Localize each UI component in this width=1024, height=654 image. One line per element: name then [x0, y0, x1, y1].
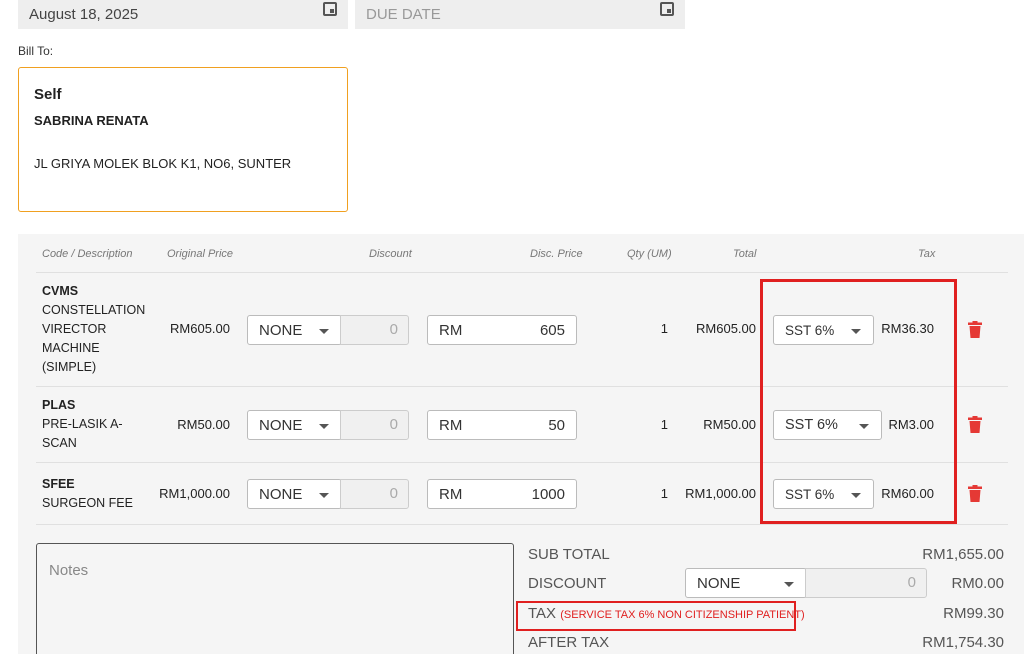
bill-to-card[interactable]: Self SABRINA RENATA JL GRIYA MOLEK BLOK …	[18, 67, 348, 212]
header-original-price: Original Price	[167, 248, 234, 260]
item-qty: 1	[660, 321, 668, 336]
item-original-price: RM1,000.00	[159, 486, 230, 501]
discount-type-select[interactable]: NONE	[247, 479, 342, 509]
tax-value: RM99.30	[943, 605, 1004, 622]
item-total: RM1,000.00	[685, 486, 756, 501]
item-code: CVMS	[42, 284, 79, 298]
caret-down-icon	[319, 329, 329, 334]
header-discount: Discount	[369, 248, 412, 260]
trash-icon[interactable]	[968, 485, 982, 502]
disc-price-input[interactable]: RM 605	[427, 315, 577, 345]
invoice-date-field[interactable]: August 18, 2025	[18, 0, 348, 29]
tax-column-highlight	[760, 279, 957, 524]
discount-type-select[interactable]: NONE	[247, 410, 342, 440]
item-description: PRE-LASIK A-SCAN	[42, 417, 123, 450]
trash-icon[interactable]	[968, 416, 982, 433]
item-description: CONSTELLATION VIRECTOR MACHINE (SIMPLE)	[42, 303, 146, 374]
after-tax-value: RM1,754.30	[922, 634, 1004, 651]
tax-label-row: TAX (SERVICE TAX 6% NON CITIZENSHIP PATI…	[528, 605, 805, 622]
due-date-placeholder: DUE DATE	[366, 6, 441, 23]
item-total: RM50.00	[703, 417, 756, 432]
bill-to-address: JL GRIYA MOLEK BLOK K1, NO6, SUNTER	[34, 156, 292, 171]
caret-down-icon	[319, 424, 329, 429]
discount-value-input[interactable]: 0	[340, 410, 409, 440]
bill-to-name: SABRINA RENATA	[34, 113, 149, 128]
after-tax-label: AFTER TAX	[528, 634, 610, 651]
summary-discount-type-select[interactable]: NONE	[685, 568, 807, 598]
item-code: SFEE	[42, 477, 75, 491]
summary-discount-input[interactable]: 0	[805, 568, 927, 598]
trash-icon[interactable]	[968, 321, 982, 338]
notes-placeholder: Notes	[49, 562, 89, 579]
discount-type-value: NONE	[259, 321, 303, 339]
row-divider	[36, 524, 1008, 525]
item-description: SURGEON FEE	[42, 496, 133, 510]
row-divider	[36, 272, 1008, 273]
caret-down-icon	[784, 582, 794, 587]
discount-label: DISCOUNT	[528, 575, 607, 592]
header-qty: Qty (UM)	[627, 248, 672, 260]
calendar-icon[interactable]	[323, 1, 337, 16]
item-original-price: RM50.00	[177, 417, 230, 432]
summary-discount-type-value: NONE	[697, 574, 741, 592]
discount-value-input[interactable]: 0	[340, 315, 409, 345]
header-disc-price: Disc. Price	[530, 248, 583, 260]
header-total: Total	[733, 248, 757, 260]
item-qty: 1	[660, 417, 668, 432]
header-tax: Tax	[918, 248, 936, 260]
subtotal-value: RM1,655.00	[922, 546, 1004, 563]
tax-label: TAX	[528, 605, 557, 622]
item-original-price: RM605.00	[170, 321, 230, 336]
item-qty: 1	[660, 486, 668, 501]
disc-price-value: 605	[539, 321, 565, 339]
currency-label: RM	[439, 416, 463, 434]
header-code-description: Code / Description	[42, 248, 133, 260]
invoice-date-value: August 18, 2025	[29, 6, 139, 23]
disc-price-input[interactable]: RM 1000	[427, 479, 577, 509]
disc-price-input[interactable]: RM 50	[427, 410, 577, 440]
item-total: RM605.00	[696, 321, 756, 336]
discount-type-value: NONE	[259, 416, 303, 434]
discount-type-value: NONE	[259, 485, 303, 503]
tax-note: (SERVICE TAX 6% NON CITIZENSHIP PATIENT)	[560, 609, 805, 621]
due-date-field[interactable]: DUE DATE	[355, 0, 685, 29]
caret-down-icon	[319, 493, 329, 498]
bill-to-type: Self	[34, 86, 62, 103]
bill-to-label: Bill To:	[18, 44, 54, 58]
currency-label: RM	[439, 485, 463, 503]
calendar-icon[interactable]	[660, 1, 674, 16]
discount-type-select[interactable]: NONE	[247, 315, 342, 345]
discount-value: RM0.00	[951, 575, 1004, 592]
notes-textarea[interactable]: Notes	[36, 543, 514, 654]
currency-label: RM	[439, 321, 463, 339]
subtotal-label: SUB TOTAL	[528, 546, 610, 563]
disc-price-value: 1000	[531, 485, 565, 503]
disc-price-value: 50	[548, 416, 565, 434]
discount-value-input[interactable]: 0	[340, 479, 409, 509]
item-code: PLAS	[42, 398, 76, 412]
